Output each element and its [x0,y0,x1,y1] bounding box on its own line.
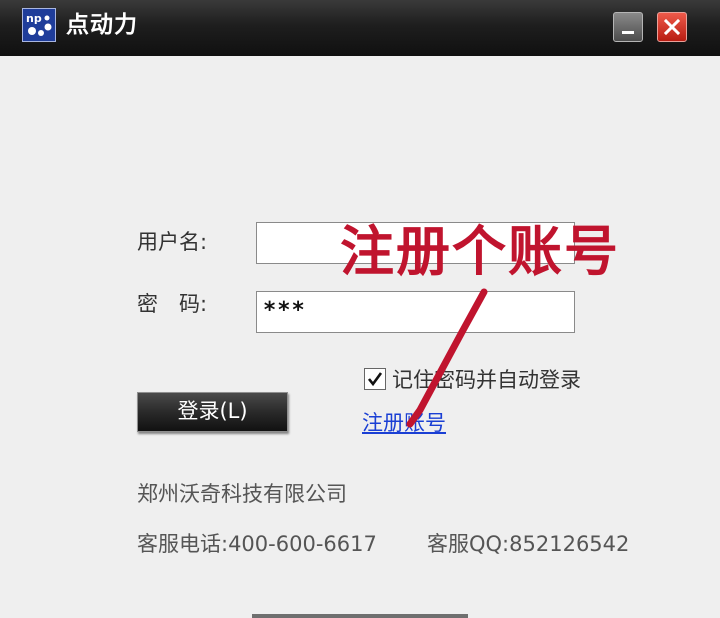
app-logo-icon: np [22,8,56,42]
minimize-button[interactable] [613,12,643,42]
close-icon [664,19,680,35]
company-name: 郑州沃奇科技有限公司 [137,482,347,506]
close-button[interactable] [657,12,687,42]
hotline-text: 客服电话:400-600-6617 [137,532,377,556]
window-title: 点动力 [66,12,138,38]
login-button[interactable]: 登录(L) [137,392,288,432]
username-label: 用户名: [137,230,208,254]
minimize-icon [622,31,634,34]
checkmark-icon [367,372,383,387]
svg-text:np: np [26,12,42,25]
title-bar[interactable]: np 点动力 [0,0,720,56]
qq-text: 客服QQ:852126542 [427,532,630,556]
remember-checkbox[interactable] [364,368,386,390]
remember-label[interactable]: 记住密码并自动登录 [392,367,581,393]
annotation-text: 注册个账号 [340,219,620,283]
password-label: 密 码: [137,292,208,316]
bottom-divider [252,614,468,618]
password-input[interactable]: *** [256,291,575,333]
register-link[interactable]: 注册账号 [362,410,446,436]
password-value: *** [263,298,306,323]
